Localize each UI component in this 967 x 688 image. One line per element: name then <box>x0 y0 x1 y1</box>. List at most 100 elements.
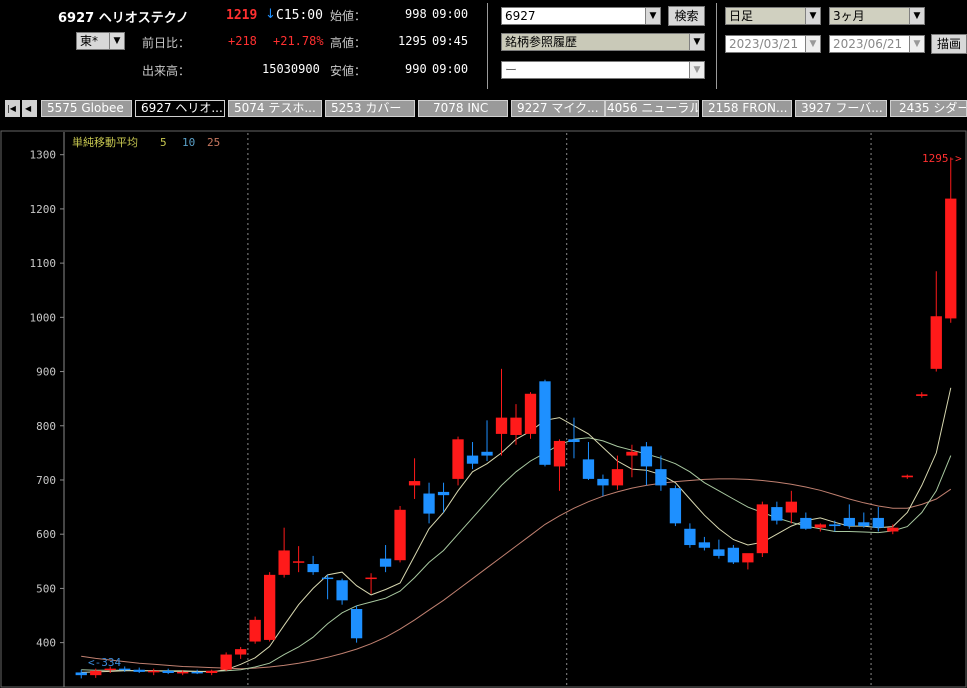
ma-legend-10: 10 <box>182 136 195 149</box>
change-label: 前日比： <box>142 36 191 50</box>
candle-body <box>177 671 189 674</box>
chevron-down-icon: ▼ <box>689 34 704 50</box>
candle-body <box>365 577 377 580</box>
range-select[interactable]: 3ヶ月 ▼ <box>829 7 925 25</box>
candle-body <box>858 522 870 527</box>
y-tick-label: 1300 <box>30 149 57 162</box>
down-arrow-icon: ↓ <box>265 7 276 22</box>
y-tick-label: 1000 <box>30 311 57 324</box>
candle-body <box>148 670 160 673</box>
header-divider <box>487 3 488 89</box>
candle-body <box>916 394 928 396</box>
price-time: C15:00 <box>276 8 323 23</box>
y-tick-label: 500 <box>36 582 56 595</box>
candle-body <box>814 524 826 528</box>
candle-body <box>133 669 145 672</box>
tab-first-icon[interactable]: |◀ <box>5 100 20 117</box>
candle-body <box>481 451 493 456</box>
y-tick-label: 1200 <box>30 203 57 216</box>
tab-stock-3[interactable]: 5074 テスホ... <box>228 100 322 117</box>
candle-body <box>278 550 290 575</box>
current-price: 1219 <box>226 8 258 23</box>
open-label: 始値： <box>330 9 367 23</box>
header-divider <box>716 3 717 89</box>
third-select-value: ー <box>505 63 518 77</box>
y-tick-label: 1100 <box>30 257 57 270</box>
date-to-input[interactable]: 2023/06/21 ▼ <box>829 35 925 53</box>
chevron-down-icon: ▼ <box>805 8 820 24</box>
candle-body <box>408 481 421 486</box>
candle-body <box>292 561 305 563</box>
chevron-down-icon: ▼ <box>109 33 124 49</box>
tab-stock-2[interactable]: 6927 ヘリオ... <box>135 100 225 117</box>
market-select-value: 東* <box>80 34 99 48</box>
open-value: 998 <box>405 7 427 21</box>
low-time: 09:00 <box>432 62 469 76</box>
candle-body <box>771 507 783 521</box>
candle-body <box>423 493 435 514</box>
candle-body <box>597 478 609 486</box>
search-button[interactable]: 検索 <box>668 6 705 26</box>
candle-body <box>90 670 102 676</box>
code-input[interactable]: 6927 ▼ <box>501 7 661 25</box>
tab-stock-6[interactable]: 9227 マイク... <box>511 100 605 117</box>
ma-legend-5: 5 <box>160 136 167 149</box>
stock-code-name: 6927 ヘリオステクノ <box>58 11 189 26</box>
candle-body <box>872 517 884 528</box>
third-select[interactable]: ー ▼ <box>501 61 705 79</box>
candle-body <box>640 446 653 467</box>
candle-body <box>669 488 682 524</box>
candle-body <box>379 558 392 567</box>
candle-body <box>843 517 855 527</box>
history-select[interactable]: 銘柄参照履歴 ▼ <box>501 33 705 51</box>
candle-body <box>220 654 232 670</box>
range-select-value: 3ヶ月 <box>833 9 865 23</box>
low-value: 990 <box>405 62 427 76</box>
low-annotation: <-334 <box>88 656 121 669</box>
high-annotation: 1295-> <box>922 152 962 165</box>
draw-button[interactable]: 描画 <box>931 34 967 54</box>
y-tick-label: 800 <box>36 420 56 433</box>
tab-stock-8[interactable]: 2158 FRON... <box>702 100 792 117</box>
high-time: 09:45 <box>432 34 469 48</box>
history-select-value: 銘柄参照履歴 <box>505 35 578 49</box>
volume-label: 出来高： <box>142 64 191 78</box>
candlestick-chart[interactable]: 400 500 600 700 800 900 1000 1100 1200 1300 単純移動平… <box>0 130 967 688</box>
candle-body <box>829 524 841 527</box>
tab-prev-icon[interactable]: ◀ <box>22 100 37 117</box>
candle-body <box>684 528 696 546</box>
date-to-value: 2023/06/21 <box>833 37 903 51</box>
candle-body <box>307 564 319 573</box>
chevron-down-icon: ▼ <box>645 8 660 24</box>
high-label: 高値： <box>330 36 367 50</box>
chevron-down-icon: ▼ <box>909 36 924 52</box>
tab-stock-5[interactable]: 7078 INC <box>418 100 508 117</box>
market-select[interactable]: 東* ▼ <box>76 32 125 50</box>
candle-body <box>727 547 740 563</box>
period-select-value: 日足 <box>729 9 754 23</box>
ma-legend-25: 25 <box>207 136 220 149</box>
candle-body <box>785 501 797 513</box>
candle-body <box>191 671 203 674</box>
candle-body <box>350 609 363 639</box>
candle-body <box>568 439 580 443</box>
candle-body <box>698 542 711 548</box>
date-from-value: 2023/03/21 <box>729 37 799 51</box>
tab-stock-4[interactable]: 5253 カバー <box>325 100 415 117</box>
tab-stock-9[interactable]: 3927 フーバ... <box>795 100 887 117</box>
tab-stock-10[interactable]: 2435 シダー <box>890 100 967 117</box>
candle-body <box>655 469 667 486</box>
candle-body <box>495 417 508 434</box>
candle-body <box>524 393 537 434</box>
y-tick-label: 600 <box>36 528 56 541</box>
candle-body <box>713 549 725 556</box>
candle-body <box>901 475 913 478</box>
tab-stock-7[interactable]: 4056 ニューラル <box>605 100 699 117</box>
tab-stock-1[interactable]: 5575 Globee <box>41 100 132 117</box>
date-from-input[interactable]: 2023/03/21 ▼ <box>725 35 821 53</box>
candle-body <box>800 517 812 529</box>
high-value: 1295 <box>398 34 427 48</box>
y-tick-label: 900 <box>36 366 56 379</box>
period-select[interactable]: 日足 ▼ <box>725 7 821 25</box>
chart-frame <box>0 130 967 688</box>
